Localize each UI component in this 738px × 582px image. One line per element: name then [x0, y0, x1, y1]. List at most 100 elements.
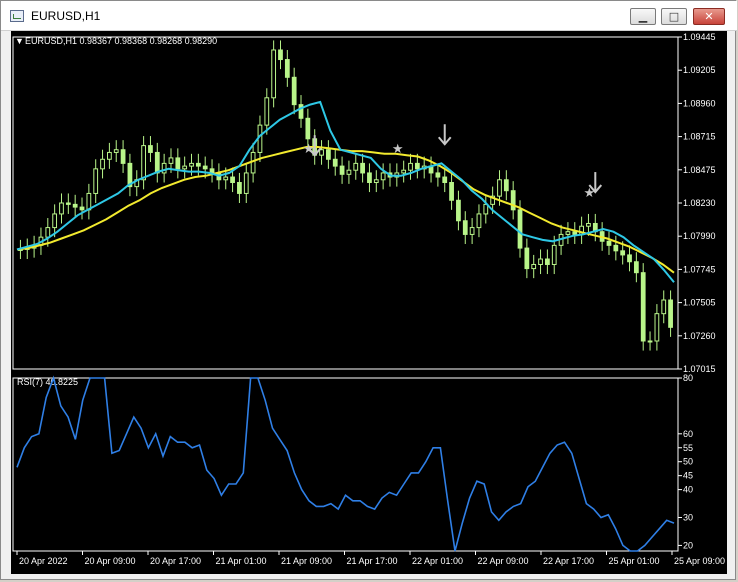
chart-window-icon	[10, 10, 24, 22]
price-panel-frame	[12, 36, 679, 370]
candle-body	[640, 272, 646, 342]
rsi-axis-label: 60	[683, 429, 693, 439]
candle-body	[538, 258, 543, 265]
chart-area[interactable]: ▼ EURUSD,H1 0.98367 0.98368 0.98268 0.98…	[11, 31, 727, 574]
candle-body	[517, 209, 523, 249]
candle-body	[65, 202, 71, 205]
close-button[interactable]: ✕	[693, 8, 725, 25]
chart-canvas[interactable]: ▼ EURUSD,H1 0.98367 0.98368 0.98268 0.98…	[11, 31, 727, 574]
candle-body	[401, 169, 407, 174]
minimize-icon: ▁	[638, 10, 648, 23]
candle-body	[572, 231, 578, 235]
candle-body	[45, 227, 51, 238]
candle-body	[469, 227, 475, 235]
candle-body	[120, 149, 126, 164]
candle-body	[100, 158, 105, 170]
candle-body	[633, 261, 639, 274]
maximize-icon: □	[668, 10, 680, 23]
rsi-axis-label: 80	[683, 373, 693, 383]
candle-body	[360, 162, 365, 174]
candle-body	[195, 162, 201, 167]
candle-body	[373, 179, 379, 184]
candle-body	[182, 165, 188, 170]
star-icon: ★	[583, 185, 595, 200]
candle-body	[154, 151, 160, 174]
candle-body	[264, 97, 270, 126]
candle-body	[148, 145, 153, 153]
candle-body	[497, 179, 502, 197]
time-axis-label: 20 Apr 2022	[19, 556, 68, 566]
candle-body	[661, 299, 667, 315]
candle-body	[367, 172, 372, 184]
candle-body	[613, 244, 619, 252]
candle-body	[93, 168, 99, 194]
candle-body	[503, 179, 509, 192]
candle-body	[209, 168, 215, 174]
candle-body	[243, 172, 249, 194]
candle-body	[319, 149, 324, 156]
candle-body	[449, 182, 454, 201]
candle-body	[510, 190, 516, 211]
candle-body	[565, 231, 571, 235]
time-axis-label: 25 Apr 09:00	[674, 556, 725, 566]
price-axis-label: 1.07745	[683, 264, 716, 274]
maximize-button[interactable]: □	[661, 8, 687, 25]
star-icon: ★	[303, 141, 315, 156]
candle-body	[462, 220, 468, 235]
candle-body	[476, 213, 482, 229]
close-icon: ✕	[704, 10, 714, 23]
candle-body	[627, 254, 632, 263]
candle-body	[189, 162, 194, 167]
candle-body	[353, 162, 359, 171]
candle-body	[278, 49, 283, 61]
candle-body	[161, 162, 167, 174]
candle-body	[620, 250, 626, 256]
rsi-axis-label: 50	[683, 457, 693, 467]
candle-body	[59, 202, 64, 215]
candle-body	[326, 149, 331, 160]
time-axis-label: 22 Apr 01:00	[412, 556, 463, 566]
time-axis-label: 22 Apr 17:00	[543, 556, 594, 566]
candle-body	[380, 172, 386, 181]
price-axis-label: 1.08715	[683, 132, 716, 142]
candle-body	[654, 313, 660, 342]
candle-body	[442, 176, 448, 184]
rsi-axis-label: 20	[683, 540, 693, 550]
candle-body	[668, 299, 673, 328]
time-axis-label: 25 Apr 01:00	[609, 556, 660, 566]
candle-body	[531, 263, 537, 270]
price-axis-label: 1.08475	[683, 165, 716, 175]
price-axis-label: 1.07505	[683, 298, 716, 308]
price-axis-label: 1.08960	[683, 98, 716, 108]
candle-body	[305, 117, 311, 140]
candle-body	[168, 157, 174, 164]
time-axis-label: 22 Apr 09:00	[478, 556, 529, 566]
chart-window: EURUSD,H1 ▁ □ ✕ ▼ EURUSD,H1 0.98367 0.98…	[0, 0, 737, 580]
candle-body	[291, 76, 297, 106]
price-axis-label: 1.07260	[683, 331, 716, 341]
price-axis-label: 1.09205	[683, 65, 716, 75]
candle-body	[456, 199, 461, 222]
candle-body	[524, 247, 530, 270]
candle-body	[284, 59, 290, 78]
rsi-axis-label: 55	[683, 443, 693, 453]
candle-body	[223, 176, 229, 181]
candle-body	[230, 176, 235, 184]
time-axis-label: 21 Apr 17:00	[347, 556, 398, 566]
candle-body	[86, 192, 92, 211]
candle-body	[346, 169, 352, 175]
time-axis-label: 20 Apr 09:00	[85, 556, 136, 566]
candle-body	[435, 172, 441, 178]
down-arrow-icon	[437, 124, 452, 146]
candle-body	[339, 165, 345, 175]
title-bar[interactable]: EURUSD,H1 ▁ □ ✕	[1, 1, 737, 31]
price-axis-label: 1.08230	[683, 198, 716, 208]
window-title: EURUSD,H1	[31, 9, 101, 23]
rsi-panel-frame	[12, 377, 679, 552]
candle-body	[52, 213, 58, 229]
candle-body	[586, 222, 591, 227]
candle-body	[606, 240, 612, 246]
candle-body	[545, 258, 550, 265]
rsi-axis-label: 30	[683, 513, 693, 523]
minimize-button[interactable]: ▁	[630, 8, 656, 25]
